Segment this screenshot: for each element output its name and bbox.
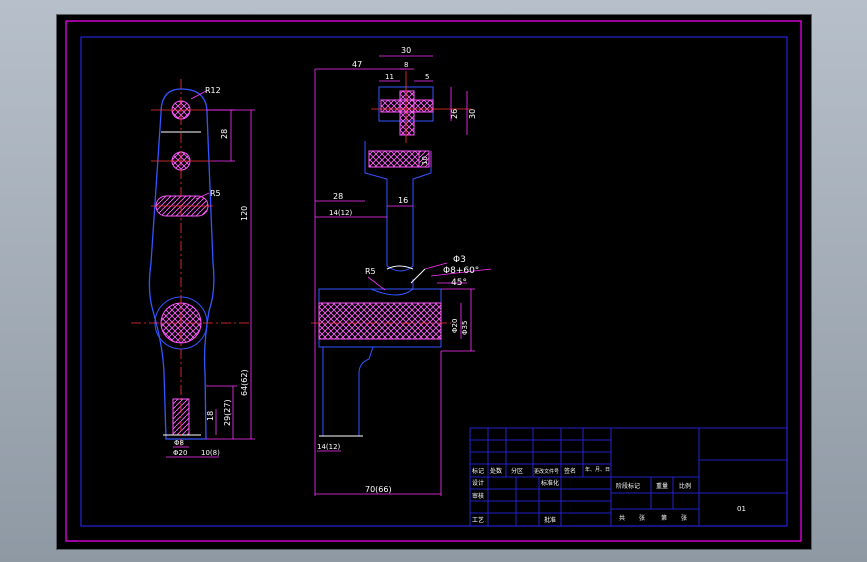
label-16: 16 <box>398 196 408 205</box>
tb-zone: 分区 <box>511 467 523 475</box>
label-14-12-bottom: 14(12) <box>317 443 341 451</box>
label-phi3: Φ3 <box>453 255 466 265</box>
tb-sheet: 张 <box>639 514 645 522</box>
label-30-side: 30 <box>468 109 477 119</box>
label-45deg: 45° <box>451 278 467 288</box>
bottom-leg-outline <box>322 346 374 437</box>
tb-weight: 重量 <box>656 482 668 490</box>
label-47: 47 <box>352 60 362 69</box>
label-26: 26 <box>450 109 459 119</box>
engineering-drawing: R12 28 R5 120 64(62) 29(27) 18 Φ8 Φ20 10… <box>65 20 802 542</box>
right-view: 30 47 11 8 5 26 30 10 28 16 14(12) R5 Φ3… <box>311 46 492 496</box>
lever-outline <box>148 88 215 440</box>
label-10: 10 <box>421 156 429 165</box>
tb-standardize: 标准化 <box>541 479 559 487</box>
label-r5: R5 <box>365 267 376 276</box>
label-phi20: Φ20 <box>173 449 187 457</box>
tb-approve: 批准 <box>544 516 556 524</box>
tb-sheet2: 张 <box>681 514 687 522</box>
label-phi8-60: Φ8+60° <box>443 266 479 276</box>
cad-application-frame: R12 28 R5 120 64(62) 29(27) 18 Φ8 Φ20 10… <box>0 0 867 562</box>
label-r5: R5 <box>210 189 221 198</box>
label-5: 5 <box>425 73 429 81</box>
tb-count: 处数 <box>490 467 502 475</box>
label-r12: R12 <box>205 86 221 95</box>
main-boss-hatch <box>318 302 442 340</box>
drawing-viewport[interactable]: R12 28 R5 120 64(62) 29(27) 18 Φ8 Φ20 10… <box>56 14 812 550</box>
title-block-text: 标记 处数 分区 更改文件号 签名 年、月、日 设计 标准化 审核 工艺 批准 … <box>472 466 746 524</box>
left-view: R12 28 R5 120 64(62) 29(27) 18 Φ8 Φ20 10… <box>131 79 255 458</box>
label-phi8: Φ8 <box>174 439 184 447</box>
label-28: 28 <box>333 192 343 201</box>
label-14-12: 14(12) <box>329 209 353 217</box>
label-18: 18 <box>206 411 215 421</box>
label-10: 10(8) <box>201 449 220 457</box>
label-70: 70(66) <box>365 485 392 494</box>
label-29: 29(27) <box>223 399 232 426</box>
tb-code: 01 <box>737 505 746 513</box>
tb-sheet-of: 第 <box>661 514 667 522</box>
tb-date: 年、月、日 <box>585 466 610 473</box>
tb-mark: 标记 <box>472 467 484 475</box>
tb-change-doc: 更改文件号 <box>534 468 559 475</box>
tb-process: 工艺 <box>472 516 484 524</box>
tb-design: 设计 <box>472 479 484 487</box>
label-8: 8 <box>404 61 408 69</box>
tb-scale: 比例 <box>679 482 691 490</box>
tb-review: 审核 <box>472 492 484 500</box>
label-30-top: 30 <box>401 46 411 55</box>
label-phi20: Φ20 <box>451 319 459 333</box>
label-120: 120 <box>240 206 249 221</box>
tb-stage-mark: 阶段标记 <box>616 482 640 490</box>
label-64: 64(62) <box>240 369 249 396</box>
tb-sheet-total: 共 <box>619 514 625 522</box>
label-28: 28 <box>220 129 229 139</box>
label-phi35: Φ35 <box>461 321 469 335</box>
flange-hatch <box>368 150 420 168</box>
tb-sign: 签名 <box>564 467 576 475</box>
label-11: 11 <box>385 73 394 81</box>
